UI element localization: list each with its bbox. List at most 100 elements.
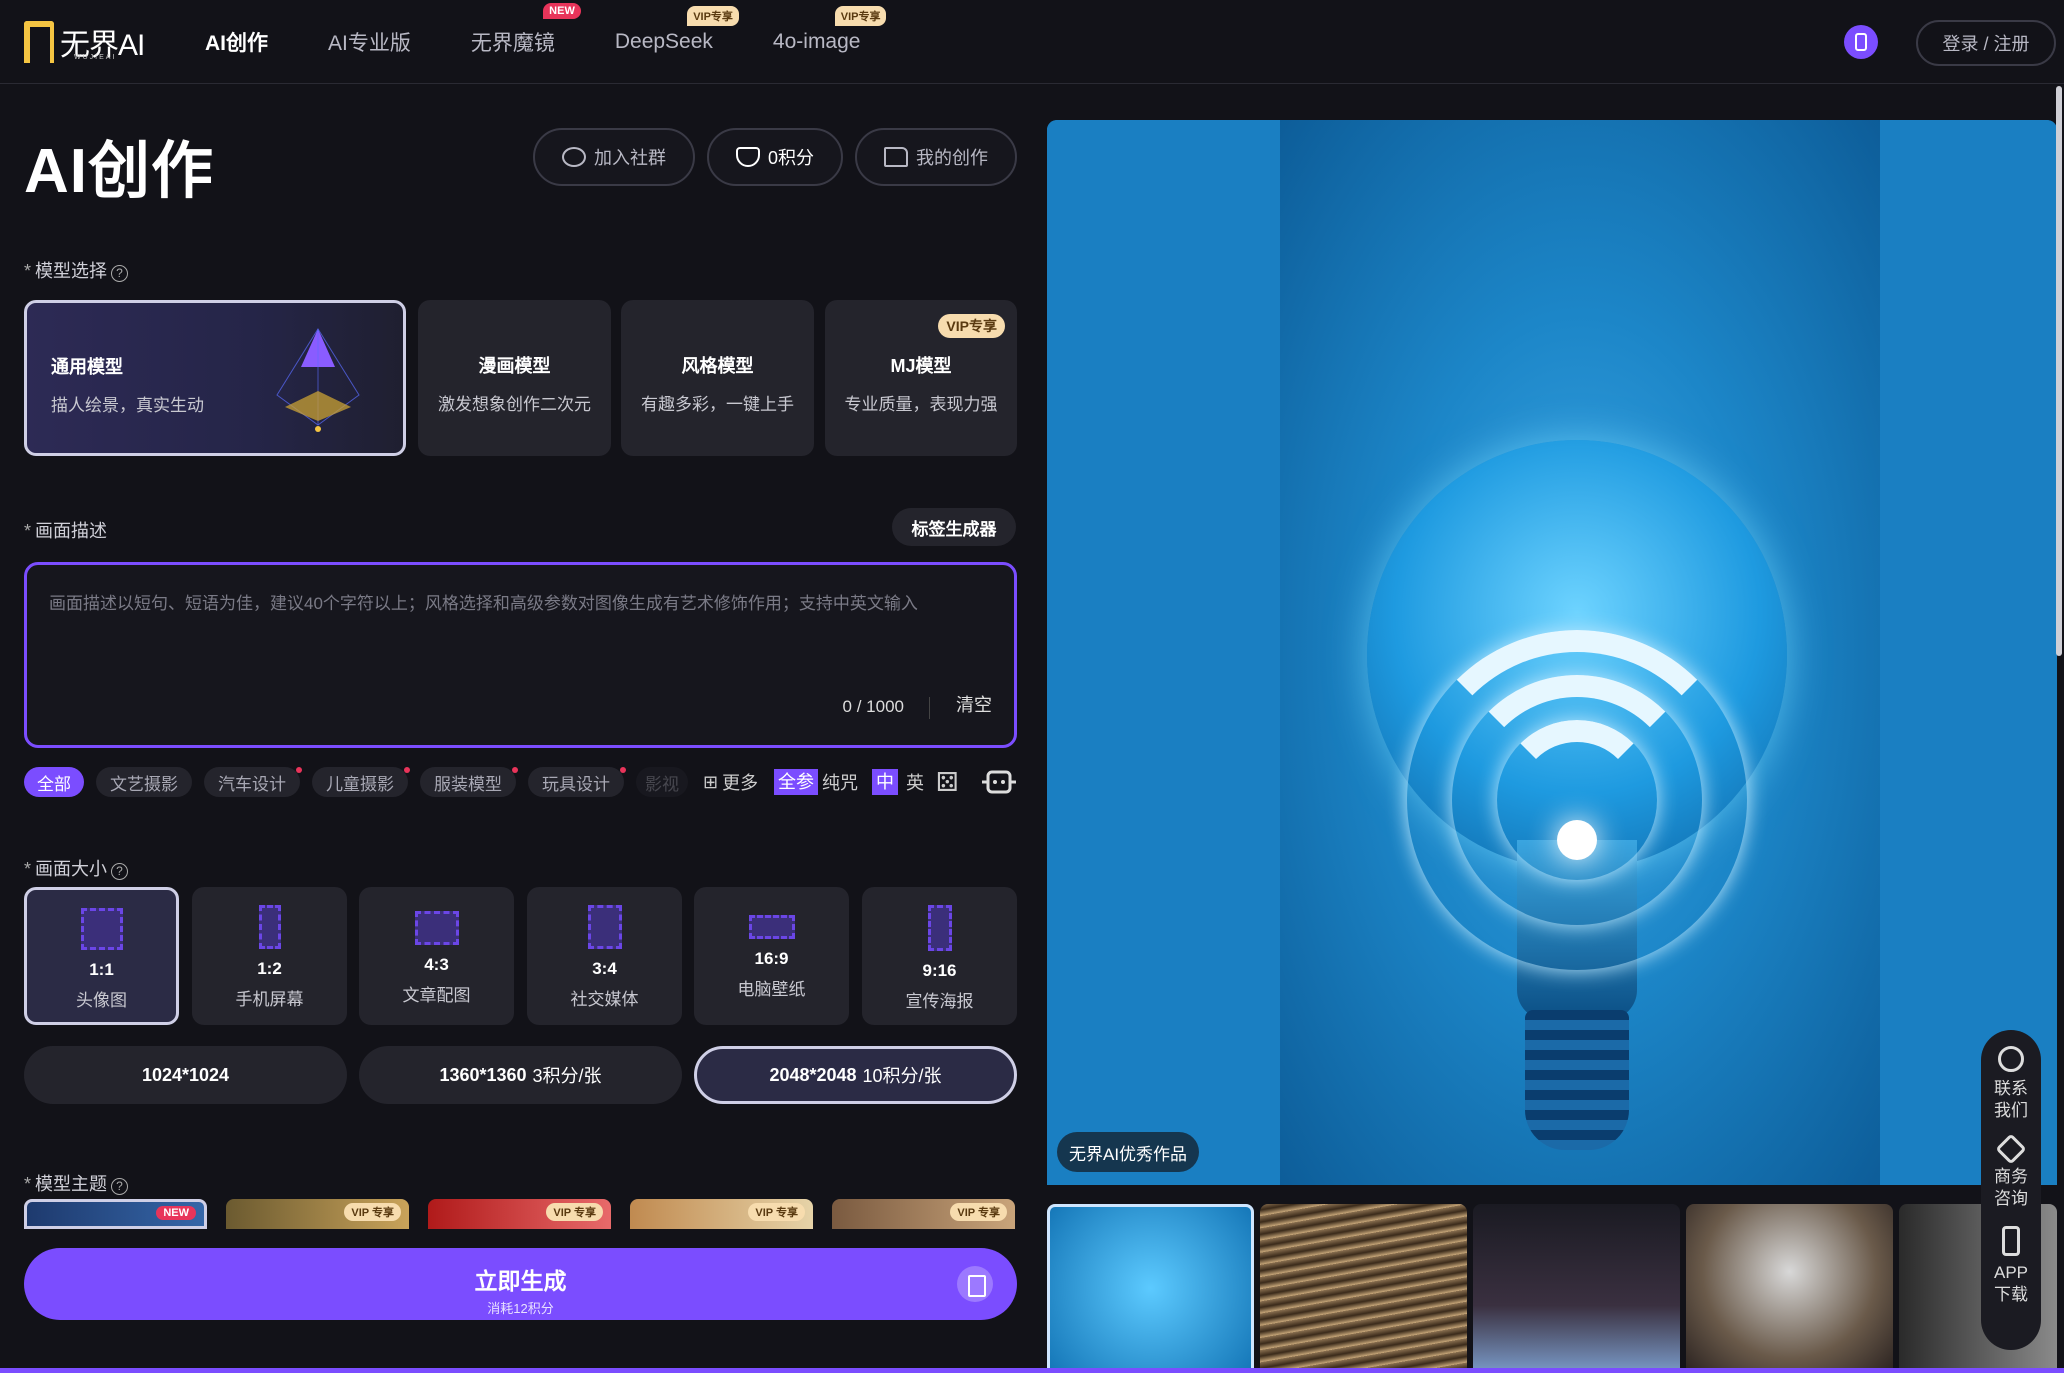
- contact-us-button[interactable]: 联系我们: [1991, 1078, 2031, 1122]
- pyramid-icon: [276, 328, 360, 432]
- tag-generator-button[interactable]: 标签生成器: [892, 508, 1016, 546]
- chip-kids-photo[interactable]: 儿童摄影: [312, 767, 410, 797]
- help-icon[interactable]: ?: [111, 265, 129, 282]
- login-register-button[interactable]: 登录 / 注册: [1916, 20, 2056, 66]
- ratio-4-3-icon: [414, 911, 459, 945]
- phone-icon: [1855, 33, 1867, 51]
- model-desc: 专业质量，表现力强: [844, 395, 998, 414]
- folder-icon: [884, 147, 908, 167]
- size-card-16-9[interactable]: 16:9 电脑壁纸: [694, 887, 849, 1025]
- nav-magic-mirror[interactable]: 无界魔镜 NEW: [471, 3, 581, 57]
- model-title: 漫画模型: [478, 356, 551, 376]
- nav-deepseek[interactable]: DeepSeek VIP专享: [615, 6, 739, 54]
- model-title: 风格模型: [681, 356, 754, 376]
- logo-subtitle: WUJIEAI: [74, 54, 117, 61]
- gallery-thumb[interactable]: [1047, 1204, 1254, 1373]
- size-card-3-4[interactable]: 3:4 社交媒体: [527, 887, 682, 1025]
- ratio-1-1-icon: [80, 908, 123, 950]
- nav-4o-image[interactable]: 4o-image VIP专享: [773, 6, 887, 54]
- phone-icon: [2002, 1226, 2020, 1256]
- wechat-icon: [562, 147, 586, 167]
- theme-thumb[interactable]: VIP 专享: [630, 1199, 813, 1229]
- new-badge: NEW: [543, 3, 581, 19]
- full-params-option[interactable]: 全参: [774, 769, 818, 795]
- model-card-mj[interactable]: VIP专享 MJ模型 专业质量，表现力强: [825, 300, 1017, 456]
- chip-clothing-model[interactable]: 服装模型: [420, 767, 518, 797]
- size-card-1-1[interactable]: 1:1 头像图: [24, 887, 179, 1025]
- theme-thumb[interactable]: VIP 专享: [226, 1199, 409, 1229]
- ratio-9-16-icon: [927, 905, 952, 951]
- help-icon[interactable]: ?: [111, 1178, 129, 1195]
- mode-toggle[interactable]: 全参 纯咒: [774, 767, 858, 797]
- red-dot: [512, 767, 518, 773]
- shield-icon: [735, 147, 760, 167]
- vip-badge: VIP专享: [687, 6, 739, 26]
- business-inquiry-button[interactable]: 商务咨询: [1991, 1166, 2031, 1210]
- model-desc: 有趣多彩，一键上手: [641, 395, 794, 414]
- model-card-style[interactable]: 风格模型 有趣多彩，一键上手: [621, 300, 814, 456]
- chip-car-design[interactable]: 汽车设计: [204, 767, 302, 797]
- chip-art-photo[interactable]: 文艺摄影: [96, 767, 192, 797]
- vip-badge: VIP专享: [834, 6, 887, 26]
- resolution-1024-button[interactable]: 1024*1024: [24, 1046, 347, 1104]
- resolution-2048-button[interactable]: 2048*2048 10积分/张: [694, 1046, 1017, 1104]
- theme-thumb[interactable]: NEW: [24, 1199, 207, 1229]
- en-option[interactable]: 英: [906, 769, 924, 795]
- chip-toy-design[interactable]: 玩具设计: [528, 767, 626, 797]
- app-download-button[interactable]: APP下载: [1991, 1262, 2031, 1306]
- nav-ai-pro[interactable]: AI专业版: [328, 27, 411, 57]
- grid-icon: ⊞: [703, 771, 719, 792]
- points-button[interactable]: 0积分: [707, 128, 843, 186]
- red-dot: [620, 767, 626, 773]
- divider: [929, 697, 930, 719]
- theme-thumb[interactable]: VIP 专享: [832, 1199, 1015, 1229]
- ratio-3-4-icon: [587, 905, 622, 949]
- theme-thumb[interactable]: VIP 专享: [428, 1199, 611, 1229]
- bottom-accent-line: [0, 1368, 2064, 1373]
- help-icon[interactable]: ?: [111, 863, 129, 880]
- nav-ai-create[interactable]: AI创作: [205, 27, 268, 57]
- char-count: 0 / 1000: [842, 697, 904, 716]
- headset-icon: [1998, 1046, 2024, 1072]
- resolution-1360-button[interactable]: 1360*1360 3积分/张: [359, 1046, 682, 1104]
- featured-works-badge[interactable]: 无界AI优秀作品: [1057, 1132, 1200, 1172]
- size-card-9-16[interactable]: 9:16 宣传海报: [862, 887, 1017, 1025]
- theme-section-label: * 模型主题?: [24, 1170, 129, 1196]
- ratio-1-2-icon: [258, 905, 281, 949]
- clear-button[interactable]: 清空: [956, 691, 992, 717]
- generate-button[interactable]: 立即生成 消耗12积分: [24, 1248, 1017, 1320]
- gallery-thumb[interactable]: [1260, 1204, 1467, 1373]
- description-input[interactable]: [49, 589, 989, 679]
- logo[interactable]: 无界AI WUJIEAI: [24, 18, 154, 66]
- scrollbar[interactable]: [2056, 86, 2062, 656]
- gallery-thumb[interactable]: [1473, 1204, 1680, 1373]
- robot-icon[interactable]: [980, 767, 1018, 797]
- chip-all[interactable]: 全部: [24, 767, 84, 797]
- main-nav: AI创作 AI专业版 无界魔镜 NEW DeepSeek VIP专享 4o-imag…: [205, 0, 920, 84]
- my-creations-button[interactable]: 我的创作: [855, 128, 1017, 186]
- pure-prompt-option[interactable]: 纯咒: [822, 769, 858, 795]
- size-section-label: * 画面大小?: [24, 855, 129, 881]
- model-card-comic[interactable]: 漫画模型 激发想象创作二次元: [418, 300, 611, 456]
- red-dot: [404, 767, 410, 773]
- preview-image: 无界AI优秀作品: [1047, 120, 2057, 1185]
- size-card-4-3[interactable]: 4:3 文章配图: [359, 887, 514, 1025]
- description-box: 0 / 1000 清空: [24, 562, 1017, 748]
- zh-option[interactable]: 中: [872, 769, 898, 795]
- handshake-icon: [1995, 1133, 2027, 1165]
- description-section-label: * 画面描述: [24, 521, 108, 541]
- document-icon: [957, 1266, 993, 1302]
- mobile-app-button[interactable]: [1844, 25, 1878, 59]
- dice-icon[interactable]: ⚄: [936, 767, 959, 797]
- chip-film[interactable]: 影视: [636, 767, 688, 797]
- model-section-label: * 模型选择?: [24, 257, 129, 283]
- model-card-general[interactable]: 通用模型 描人绘景，真实生动: [24, 300, 406, 456]
- language-toggle[interactable]: 中英: [872, 767, 924, 797]
- size-card-1-2[interactable]: 1:2 手机屏幕: [192, 887, 347, 1025]
- red-dot: [296, 767, 302, 773]
- model-title: MJ模型: [890, 356, 952, 376]
- vip-badge: VIP专享: [938, 314, 1005, 338]
- more-tags-button[interactable]: ⊞ 更多: [703, 767, 758, 797]
- gallery-thumb[interactable]: [1686, 1204, 1893, 1373]
- join-group-button[interactable]: 加入社群: [533, 128, 695, 186]
